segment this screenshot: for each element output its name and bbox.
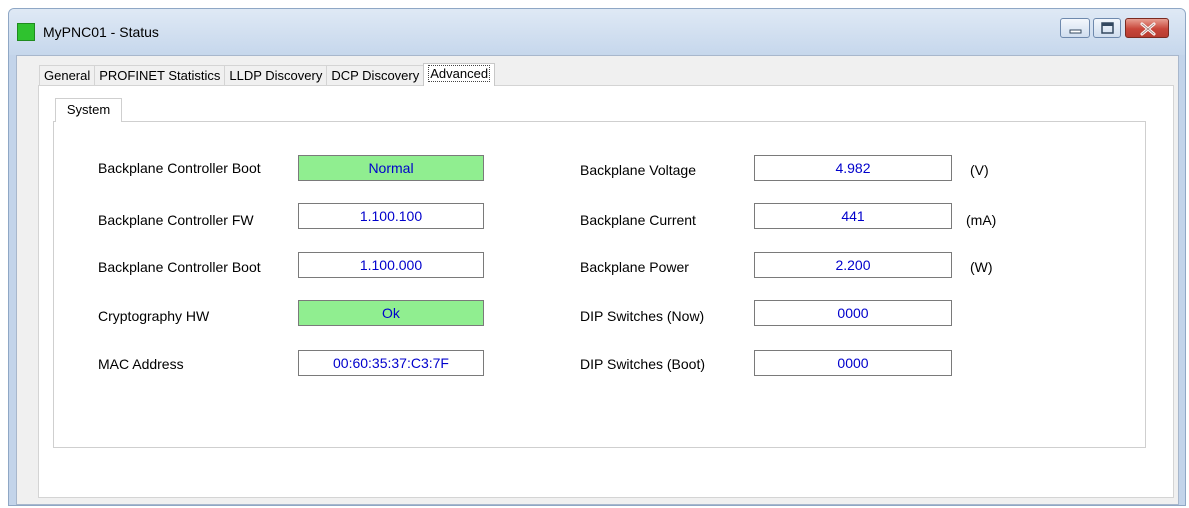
advanced-tab-page: System Backplane Controller Boot Normal … (38, 85, 1174, 498)
value-backplane-current: 441 (754, 203, 952, 229)
label-backplane-current: Backplane Current (580, 212, 696, 228)
maximize-icon (1101, 22, 1114, 34)
label-mac-address: MAC Address (98, 356, 184, 372)
tab-lldp-discovery[interactable]: LLDP Discovery (224, 65, 328, 85)
tab-strip: General PROFINET Statistics LLDP Discove… (39, 63, 496, 86)
tab-advanced-label: Advanced (428, 65, 491, 82)
label-backplane-controller-boot-version: Backplane Controller Boot (98, 259, 261, 275)
close-button[interactable] (1125, 18, 1169, 38)
value-cryptography-hw: Ok (298, 300, 484, 326)
value-mac-address: 00:60:35:37:C3:7F (298, 350, 484, 376)
label-backplane-voltage: Backplane Voltage (580, 162, 696, 178)
value-backplane-controller-boot-status: Normal (298, 155, 484, 181)
subtab-system[interactable]: System (55, 98, 122, 122)
system-panel: Backplane Controller Boot Normal Backpla… (53, 121, 1146, 448)
tab-general[interactable]: General (39, 65, 96, 85)
window-client-area: General PROFINET Statistics LLDP Discove… (16, 55, 1179, 505)
value-backplane-power: 2.200 (754, 252, 952, 278)
label-backplane-controller-boot: Backplane Controller Boot (98, 160, 261, 176)
tab-advanced[interactable]: Advanced (423, 63, 496, 86)
value-dip-switches-boot: 0000 (754, 350, 952, 376)
value-backplane-voltage: 4.982 (754, 155, 952, 181)
minimize-button[interactable] (1060, 18, 1090, 38)
title-bar[interactable]: MyPNC01 - Status (9, 9, 1185, 55)
label-backplane-controller-fw: Backplane Controller FW (98, 212, 254, 228)
maximize-button[interactable] (1093, 18, 1121, 38)
unit-volts: (V) (970, 162, 989, 178)
status-green-square-icon (17, 23, 35, 41)
unit-milliamps: (mA) (966, 212, 997, 228)
label-dip-switches-boot: DIP Switches (Boot) (580, 356, 706, 372)
status-window: MyPNC01 - Status General PROFINET Statis… (8, 8, 1186, 506)
label-cryptography-hw: Cryptography HW (98, 308, 210, 324)
value-backplane-controller-fw: 1.100.100 (298, 203, 484, 229)
close-icon (1140, 22, 1156, 36)
value-backplane-controller-boot-version: 1.100.000 (298, 252, 484, 278)
window-title: MyPNC01 - Status (43, 24, 159, 40)
value-dip-switches-now: 0000 (754, 300, 952, 326)
unit-watts: (W) (970, 259, 993, 275)
label-dip-switches-now: DIP Switches (Now) (580, 308, 705, 324)
minimize-icon (1069, 29, 1082, 34)
tab-dcp-discovery[interactable]: DCP Discovery (326, 65, 425, 85)
tab-profinet-statistics[interactable]: PROFINET Statistics (94, 65, 226, 85)
label-backplane-power: Backplane Power (580, 259, 689, 275)
